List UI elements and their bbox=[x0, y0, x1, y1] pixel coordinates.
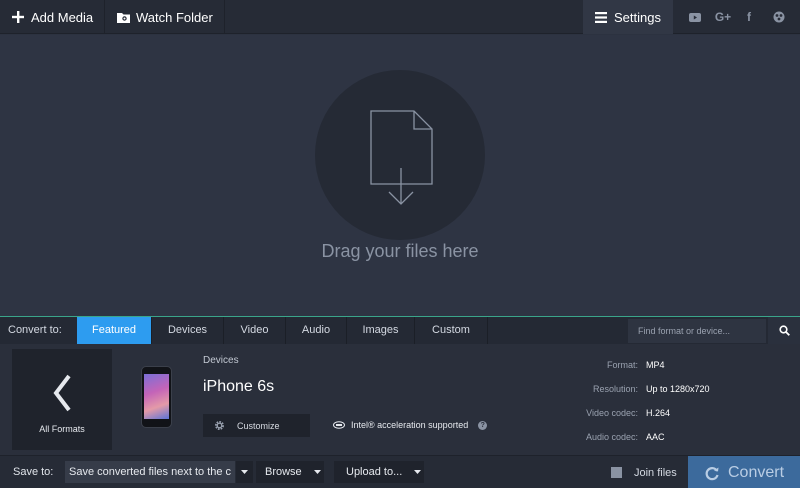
format-label: Format: bbox=[606, 360, 638, 370]
search-icon bbox=[778, 325, 790, 336]
drop-circle bbox=[315, 70, 485, 240]
video-codec-label: Video codec: bbox=[586, 408, 638, 418]
browse-button[interactable]: Browse bbox=[256, 461, 324, 483]
youtube-icon[interactable] bbox=[684, 0, 706, 34]
caret-down-icon bbox=[310, 461, 324, 483]
settings-button[interactable]: Settings bbox=[583, 0, 673, 34]
gear-icon bbox=[214, 420, 225, 431]
menu-icon bbox=[594, 10, 608, 24]
checkbox-box[interactable] bbox=[611, 467, 622, 478]
browse-label: Browse bbox=[265, 466, 302, 478]
customize-button[interactable]: Customize bbox=[203, 414, 310, 437]
resolution-label: Resolution: bbox=[592, 384, 638, 394]
video-codec-value: H.264 bbox=[646, 408, 671, 418]
audio-codec-value: AAC bbox=[646, 432, 665, 442]
drop-zone[interactable]: Drag your files here bbox=[0, 35, 800, 316]
watch-folder-label: Watch Folder bbox=[136, 9, 213, 25]
caret-down-icon bbox=[236, 461, 253, 483]
plus-icon bbox=[11, 10, 25, 24]
help-icon[interactable]: ? bbox=[478, 420, 488, 430]
intel-acceleration: Intel® acceleration supported ? bbox=[333, 420, 488, 430]
community-icon[interactable] bbox=[768, 0, 790, 34]
tab-images[interactable]: Images bbox=[347, 317, 415, 344]
save-location-field[interactable]: Save converted files next to the c bbox=[65, 461, 235, 483]
folder-icon bbox=[116, 10, 130, 24]
tab-audio[interactable]: Audio bbox=[286, 317, 347, 344]
tab-devices[interactable]: Devices bbox=[152, 317, 224, 344]
tab-video[interactable]: Video bbox=[224, 317, 286, 344]
upload-to-label: Upload to... bbox=[346, 466, 403, 478]
top-toolbar: Add Media Watch Folder Settings G+ f bbox=[0, 0, 800, 34]
google-plus-icon[interactable]: G+ bbox=[712, 0, 734, 34]
tab-custom[interactable]: Custom bbox=[415, 317, 488, 344]
search-button[interactable] bbox=[768, 317, 800, 344]
file-drop-icon bbox=[370, 110, 433, 205]
device-name: iPhone 6s bbox=[203, 378, 275, 395]
tab-featured[interactable]: Featured bbox=[77, 317, 152, 344]
refresh-icon bbox=[704, 465, 720, 481]
add-media-label: Add Media bbox=[31, 9, 94, 25]
format-search-input[interactable] bbox=[628, 319, 766, 343]
join-files-label: Join files bbox=[634, 466, 677, 479]
add-media-button[interactable]: Add Media bbox=[0, 0, 105, 34]
format-value: MP4 bbox=[646, 360, 665, 370]
join-files-checkbox[interactable]: Join files bbox=[611, 456, 677, 488]
device-category: Devices bbox=[203, 355, 239, 366]
save-location-dropdown[interactable] bbox=[236, 461, 253, 483]
preset-panel: All Formats Devices iPhone 6s Customize … bbox=[0, 344, 800, 455]
watch-folder-button[interactable]: Watch Folder bbox=[105, 0, 225, 34]
settings-label: Settings bbox=[614, 9, 661, 25]
iphone-image bbox=[141, 366, 172, 428]
audio-codec-label: Audio codec: bbox=[585, 432, 638, 442]
facebook-icon[interactable]: f bbox=[738, 0, 760, 34]
drop-hint: Drag your files here bbox=[321, 241, 479, 261]
all-formats-button[interactable]: All Formats bbox=[12, 349, 112, 450]
customize-label: Customize bbox=[237, 420, 280, 431]
convert-label: Convert bbox=[727, 463, 785, 481]
chevron-left-icon bbox=[53, 374, 71, 412]
save-to-label: Save to: bbox=[13, 466, 54, 478]
all-formats-label: All Formats bbox=[39, 424, 85, 434]
bottom-bar: Save to: Save converted files next to th… bbox=[0, 455, 800, 488]
convert-to-label: Convert to: bbox=[8, 324, 62, 336]
convert-button[interactable]: Convert bbox=[688, 456, 800, 488]
intel-label: Intel® acceleration supported bbox=[351, 420, 469, 430]
convert-tab-bar: Convert to: Featured Devices Video Audio… bbox=[0, 316, 800, 344]
intel-icon bbox=[333, 421, 345, 429]
caret-down-icon bbox=[410, 461, 424, 483]
upload-to-button[interactable]: Upload to... bbox=[334, 461, 424, 483]
resolution-value: Up to 1280x720 bbox=[646, 384, 710, 394]
